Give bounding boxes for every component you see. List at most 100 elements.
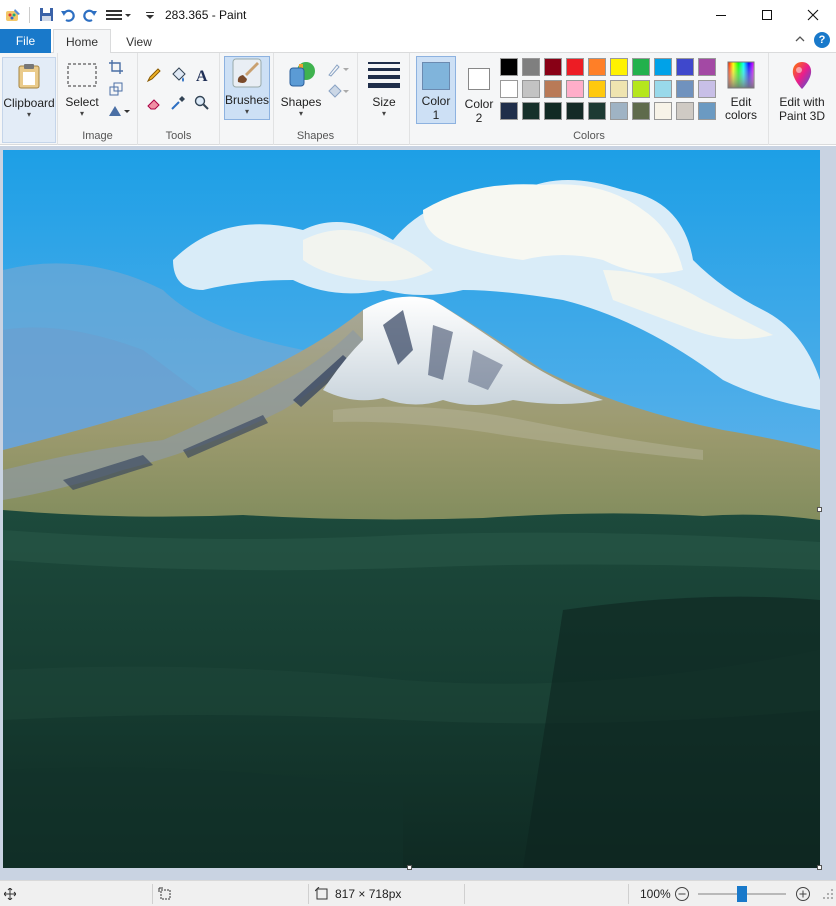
palette-swatch[interactable] — [588, 102, 606, 120]
shapes-icon — [285, 59, 317, 91]
image-size: 817 × 718px — [315, 881, 401, 906]
chevron-down-icon[interactable] — [141, 6, 159, 24]
drawing-canvas[interactable] — [3, 150, 820, 868]
resize-handle-corner[interactable] — [817, 865, 822, 870]
zoom-in-button[interactable] — [795, 881, 811, 906]
brushes-button[interactable]: Brushes ▾ — [224, 56, 270, 120]
window-controls — [698, 0, 836, 29]
zoom-out-button[interactable] — [674, 881, 690, 906]
shapes-label: Shapes — [280, 95, 322, 109]
maximize-button[interactable] — [744, 0, 790, 29]
palette-swatch[interactable] — [654, 80, 672, 98]
zoom-slider-thumb[interactable] — [737, 886, 747, 902]
color2-number: 2 — [475, 111, 483, 125]
shapes-button[interactable]: Shapes ▾ — [278, 59, 324, 119]
collapse-ribbon-icon[interactable] — [794, 33, 806, 48]
palette-swatch[interactable] — [632, 80, 650, 98]
palette-swatch[interactable] — [698, 58, 716, 76]
eraser-icon[interactable] — [144, 93, 164, 113]
svg-text:A: A — [196, 68, 208, 83]
palette-swatch[interactable] — [522, 58, 540, 76]
palette-swatch[interactable] — [588, 80, 606, 98]
save-icon[interactable] — [37, 6, 55, 24]
title-bar: 283.365 - Paint — [0, 0, 836, 29]
palette-swatch[interactable] — [654, 102, 672, 120]
help-icon[interactable]: ? — [814, 32, 830, 48]
close-button[interactable] — [790, 0, 836, 29]
palette-swatch[interactable] — [632, 58, 650, 76]
palette-swatch[interactable] — [544, 102, 562, 120]
magnifier-icon[interactable] — [192, 93, 212, 113]
color2-swatch — [463, 63, 495, 95]
select-icon — [66, 59, 98, 91]
colors-group: Color 1 Color 2 Edit colors Colors — [410, 53, 768, 145]
palette-swatch[interactable] — [610, 80, 628, 98]
edit-with-paint3d-button[interactable]: Edit with Paint 3D — [771, 59, 833, 123]
palette-swatch[interactable] — [588, 58, 606, 76]
edit-colors-label-2: colors — [724, 108, 757, 122]
resize-grip-icon[interactable] — [822, 887, 834, 901]
divider — [464, 884, 465, 904]
palette-swatch[interactable] — [698, 80, 716, 98]
zoom-slider[interactable] — [698, 881, 786, 906]
palette-swatch[interactable] — [500, 102, 518, 120]
undo-icon[interactable] — [59, 6, 77, 24]
palette-swatch[interactable] — [500, 58, 518, 76]
edit-colors-icon — [725, 59, 757, 91]
edit-colors-label-1: Edit — [730, 95, 752, 109]
palette-swatch[interactable] — [522, 80, 540, 98]
window-title: 283.365 - Paint — [165, 7, 247, 22]
tools-group: A Tools — [138, 53, 220, 145]
fill-shape-icon[interactable] — [326, 81, 352, 101]
zoom-in-icon — [796, 887, 810, 901]
divider — [29, 6, 30, 23]
size-button[interactable]: Size ▾ — [364, 59, 404, 119]
text-icon[interactable]: A — [192, 65, 212, 85]
palette-swatch[interactable] — [500, 80, 518, 98]
palette-swatch[interactable] — [544, 80, 562, 98]
tools-group-label: Tools — [165, 130, 192, 142]
resize-handle-right[interactable] — [817, 507, 822, 512]
tab-home[interactable]: Home — [53, 29, 111, 54]
color2-label: Color — [464, 97, 494, 111]
paint3d-icon — [786, 59, 818, 91]
color1-button[interactable]: Color 1 — [416, 56, 456, 124]
select-button[interactable]: Select ▾ — [62, 59, 102, 119]
image-size-icon — [315, 887, 328, 900]
palette-swatch[interactable] — [676, 102, 694, 120]
palette-swatch[interactable] — [566, 102, 584, 120]
crop-icon[interactable] — [106, 57, 126, 77]
palette-swatch[interactable] — [566, 58, 584, 76]
clipboard-group: Clipboard ▾ — [0, 53, 58, 145]
rotate-icon[interactable] — [106, 101, 132, 121]
edit-colors-button[interactable]: Edit colors — [722, 59, 760, 122]
palette-swatch[interactable] — [610, 102, 628, 120]
palette-swatch[interactable] — [566, 80, 584, 98]
minimize-button[interactable] — [698, 0, 744, 29]
tab-file[interactable]: File — [0, 29, 51, 53]
fill-icon[interactable] — [168, 65, 188, 85]
color2-button[interactable]: Color 2 — [460, 57, 498, 125]
customize-toolbar-icon[interactable] — [103, 6, 137, 24]
palette-swatch[interactable] — [654, 58, 672, 76]
outline-icon[interactable] — [326, 59, 352, 79]
color-picker-icon[interactable] — [168, 93, 188, 113]
image-group-label: Image — [82, 130, 113, 142]
palette-swatch[interactable] — [698, 102, 716, 120]
paint-app-icon[interactable] — [4, 6, 22, 24]
palette-swatch[interactable] — [676, 80, 694, 98]
brush-icon — [231, 57, 263, 89]
palette-swatch[interactable] — [544, 58, 562, 76]
palette-swatch[interactable] — [632, 102, 650, 120]
resize-icon[interactable] — [106, 79, 126, 99]
palette-swatch[interactable] — [610, 58, 628, 76]
pencil-icon[interactable] — [144, 65, 164, 85]
close-icon — [807, 9, 819, 20]
tab-view[interactable]: View — [113, 29, 165, 54]
resize-handle-bottom[interactable] — [407, 865, 412, 870]
palette-swatch[interactable] — [676, 58, 694, 76]
palette-swatch[interactable] — [522, 102, 540, 120]
clipboard-button[interactable]: Clipboard ▾ — [2, 57, 56, 143]
minimize-icon — [716, 14, 726, 16]
redo-icon[interactable] — [81, 6, 99, 24]
